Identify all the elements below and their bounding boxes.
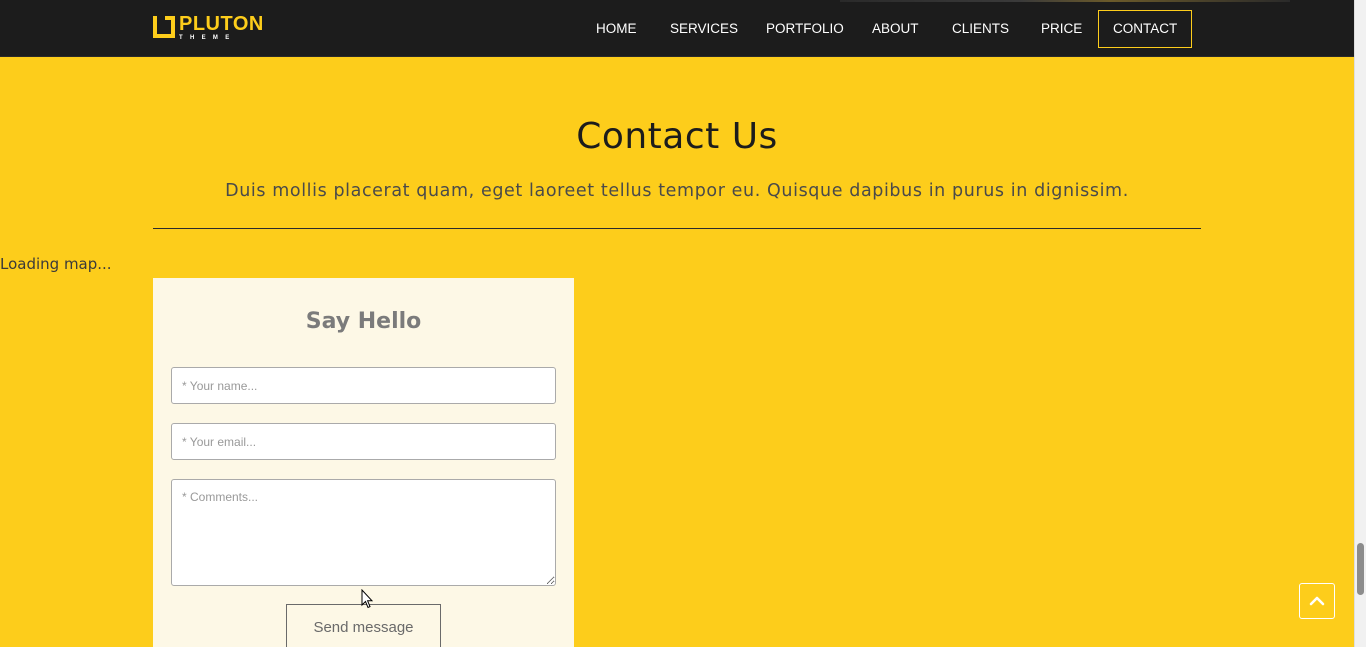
chevron-up-icon [1309, 596, 1325, 606]
nav-home[interactable]: HOME [596, 10, 637, 48]
nav-services[interactable]: SERVICES [670, 10, 738, 48]
section-divider [153, 228, 1201, 229]
back-to-top-button[interactable] [1299, 583, 1335, 619]
email-field[interactable] [171, 423, 556, 460]
nav-about[interactable]: ABOUT [872, 10, 919, 48]
brand-tagline: THEME [179, 35, 237, 41]
nav-portfolio[interactable]: PORTFOLIO [766, 10, 844, 48]
header-image-strip [840, 0, 1290, 2]
brand-name: PLUTON [179, 13, 264, 35]
scrollbar-thumb[interactable] [1357, 543, 1364, 595]
nav-clients[interactable]: CLIENTS [952, 10, 1009, 48]
send-message-button[interactable]: Send message [286, 604, 441, 647]
page-scrollbar[interactable] [1354, 0, 1366, 647]
brand-text: PLUTON THEME [179, 13, 264, 42]
form-title: Say Hello [305, 309, 422, 334]
mouse-cursor-icon [361, 589, 373, 609]
name-field[interactable] [171, 367, 556, 404]
page: PLUTON THEME HOME SERVICES PORTFOLIO ABO… [0, 0, 1354, 647]
navbar: PLUTON THEME HOME SERVICES PORTFOLIO ABO… [0, 0, 1354, 57]
nav-price[interactable]: PRICE [1041, 10, 1082, 48]
pluton-logo-icon [153, 16, 175, 38]
nav-contact[interactable]: CONTACT [1098, 10, 1193, 48]
brand-logo[interactable]: PLUTON THEME [153, 13, 264, 42]
map-loading-text: Loading map... [0, 255, 112, 273]
comments-field[interactable] [171, 479, 556, 586]
section-subtitle: Duis mollis placerat quam, eget laoreet … [225, 181, 1129, 201]
section-title: Contact Us [576, 116, 778, 157]
